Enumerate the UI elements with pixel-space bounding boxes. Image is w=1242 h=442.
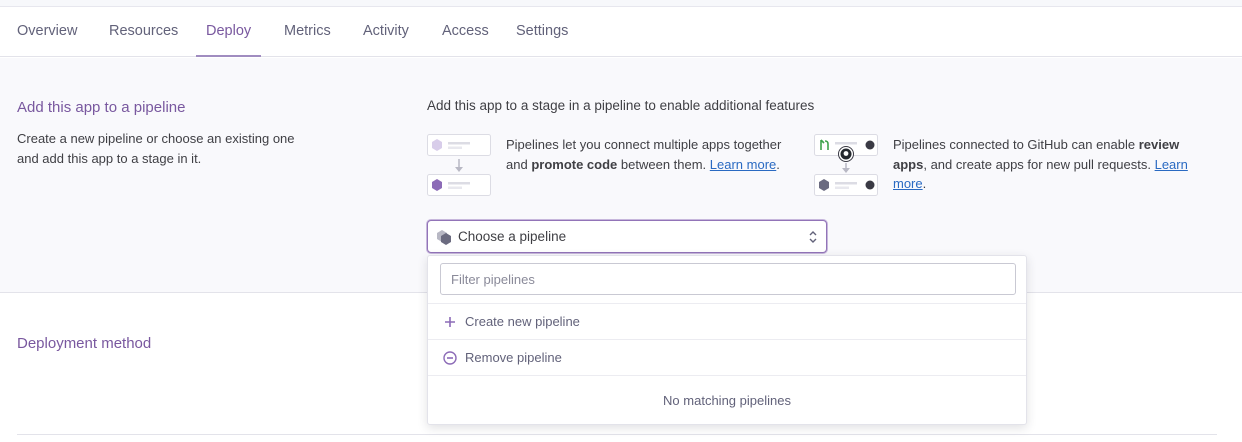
app-tabs: Overview Resources Deploy Metrics Activi… bbox=[0, 7, 1242, 57]
learn-more-pipelines-link[interactable]: Learn more bbox=[710, 157, 776, 172]
section-divider bbox=[17, 434, 1217, 435]
tab-deploy[interactable]: Deploy bbox=[195, 7, 262, 57]
choose-pipeline-label: Choose a pipeline bbox=[458, 229, 567, 244]
pipeline-section-description: Create a new pipeline or choose an exist… bbox=[17, 131, 295, 166]
deployment-method-title: Deployment method bbox=[17, 335, 152, 352]
tab-settings[interactable]: Settings bbox=[516, 7, 568, 57]
github-review-apps-illustration-icon bbox=[814, 134, 878, 196]
no-matching-pipelines-message: No matching pipelines bbox=[428, 375, 1026, 425]
tab-overview[interactable]: Overview bbox=[17, 7, 77, 57]
pipeline-section-title: Add this app to a pipeline bbox=[17, 99, 186, 116]
pipeline-promote-illustration-icon bbox=[427, 134, 491, 196]
remove-pipeline-item[interactable]: Remove pipeline bbox=[428, 339, 1026, 375]
pipeline-dropdown-menu: Create new pipeline Remove pipeline No m… bbox=[427, 255, 1027, 425]
choose-pipeline-select[interactable]: Choose a pipeline bbox=[427, 220, 827, 253]
feature-review-apps-text: Pipelines connected to GitHub can enable… bbox=[893, 137, 1188, 191]
chevron-up-down-icon bbox=[809, 231, 817, 243]
remove-circle-icon bbox=[443, 351, 457, 365]
tab-activity[interactable]: Activity bbox=[363, 7, 409, 57]
tab-resources[interactable]: Resources bbox=[109, 7, 178, 57]
tab-access[interactable]: Access bbox=[442, 7, 489, 57]
tab-metrics[interactable]: Metrics bbox=[284, 7, 331, 57]
plus-icon bbox=[445, 317, 455, 327]
create-new-pipeline-item[interactable]: Create new pipeline bbox=[428, 303, 1026, 339]
remove-pipeline-label: Remove pipeline bbox=[465, 350, 562, 365]
pipeline-intro-heading: Add this app to a stage in a pipeline to… bbox=[427, 98, 815, 113]
pipeline-stack-icon bbox=[437, 230, 451, 245]
top-strip bbox=[0, 0, 1242, 7]
create-new-pipeline-label: Create new pipeline bbox=[465, 314, 580, 329]
filter-pipelines-input[interactable] bbox=[440, 263, 1016, 295]
feature-promote-text: Pipelines let you connect multiple apps … bbox=[506, 137, 782, 172]
